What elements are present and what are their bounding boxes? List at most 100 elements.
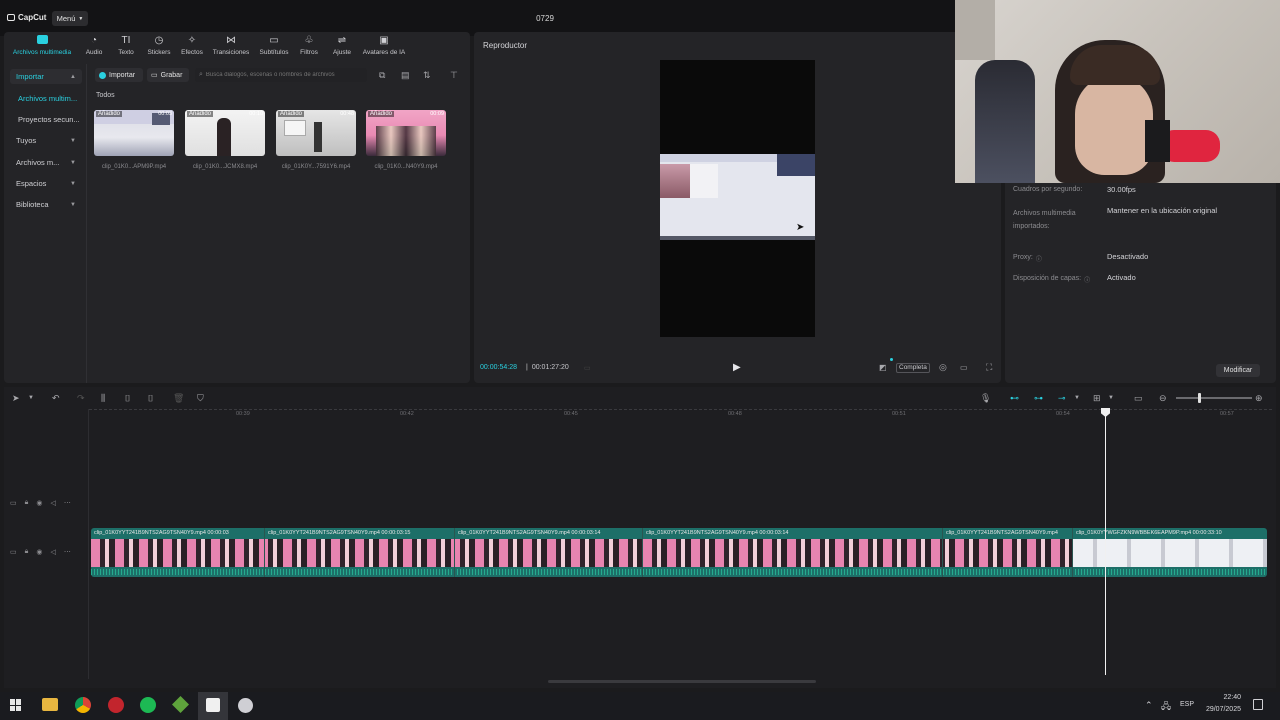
minecraft-icon[interactable] xyxy=(172,696,189,713)
tab-effects[interactable]: ✧ Efectos xyxy=(170,35,214,56)
chevron-up-icon[interactable]: ⌃ xyxy=(1145,700,1153,711)
split-icon[interactable]: ⫼ xyxy=(101,393,105,404)
delete-icon[interactable]: 🗑 xyxy=(173,393,184,404)
info-icon[interactable]: ⓘ xyxy=(1084,275,1090,284)
lock-icon[interactable]: 🔒︎ xyxy=(25,499,29,507)
lock-icon[interactable]: 🔒︎ xyxy=(25,548,29,556)
tab-ai-avatars-label: Avatares de IA xyxy=(362,49,406,56)
record-button[interactable]: ▭ Grabar xyxy=(147,68,189,82)
tab-media[interactable]: Archivos multimedia xyxy=(8,35,76,56)
crop-icon[interactable]: ◩ xyxy=(879,363,887,372)
timecode-icon[interactable]: ▭ xyxy=(584,364,591,372)
sidebar-item-yours[interactable]: Tuyos ▼ xyxy=(10,133,82,148)
ruler-mark: 00:48 xyxy=(728,411,742,417)
sidebar-item-library[interactable]: Biblioteca ▼ xyxy=(10,197,82,212)
text-icon: TI xyxy=(121,35,131,46)
modify-button[interactable]: Modificar xyxy=(1216,364,1260,377)
notifications-icon[interactable] xyxy=(1253,699,1263,710)
preview-axis-icon[interactable]: ⊸ xyxy=(1058,393,1066,404)
capcut-window: CapCut Menú ▼ 0729 Archivos multimedia ◔… xyxy=(0,0,1280,692)
filter-all-label[interactable]: Todos xyxy=(96,92,115,99)
zoom-out-icon[interactable]: ⊖ xyxy=(1159,393,1167,404)
media-thumbnail[interactable]: Añadido 00:09 xyxy=(366,110,446,156)
search-input[interactable] xyxy=(205,72,361,78)
tab-transitions[interactable]: ⋈ Transiciones xyxy=(209,35,253,56)
clip-duration: 00:10 xyxy=(249,111,263,117)
chrome-icon[interactable] xyxy=(75,697,91,713)
media-search[interactable]: ⌕ xyxy=(195,68,367,82)
import-folder-icon[interactable]: ⧉ xyxy=(379,70,385,81)
ratio-button[interactable]: Completa xyxy=(896,363,930,373)
sidebar-item-secondary-projects[interactable]: Proyectos secun... xyxy=(12,112,84,127)
import-button[interactable]: Importar xyxy=(95,68,143,82)
trim-right-icon[interactable]: ⌷ xyxy=(148,393,153,404)
more-icon[interactable]: ⋯ xyxy=(64,548,71,556)
undo-icon[interactable]: ↶ xyxy=(52,393,60,404)
magnet-icon[interactable]: ⊷ xyxy=(1010,393,1019,404)
snapshot-icon[interactable]: ◎ xyxy=(939,362,947,373)
timeline-scrollbar[interactable] xyxy=(548,680,816,683)
total-time-wrap: | 00:01:27:20 xyxy=(526,364,569,371)
chevron-down-icon[interactable]: ▼ xyxy=(1074,395,1080,401)
menu-button[interactable]: Menú ▼ xyxy=(52,11,88,26)
info-icon[interactable]: ⓘ xyxy=(1036,254,1042,263)
tab-adjust-label: Ajuste xyxy=(332,49,352,56)
chevron-down-icon[interactable]: ▼ xyxy=(28,395,34,401)
trim-left-icon[interactable]: ⌷ xyxy=(125,393,130,404)
capcut-icon[interactable] xyxy=(206,698,220,712)
sidebar-item-label: Tuyos xyxy=(16,136,37,145)
clock-time[interactable]: 22:40 xyxy=(1201,694,1241,701)
speaker-icon[interactable]: ◁ xyxy=(50,548,55,556)
file-explorer-icon[interactable] xyxy=(42,698,58,711)
transitions-icon: ⋈ xyxy=(226,35,236,46)
track-settings-icon[interactable]: ⊞ xyxy=(1093,393,1101,404)
sidebar-item-import[interactable]: Importar ▲ xyxy=(10,69,82,84)
tab-stickers-label: Stickers xyxy=(147,49,171,56)
eye-icon[interactable]: ◉ xyxy=(36,499,42,507)
video-preview[interactable]: ➤ xyxy=(660,60,815,337)
more-icon[interactable]: ⋯ xyxy=(64,499,71,507)
track-cover-icon[interactable]: ▭ xyxy=(10,499,17,507)
tab-ai-avatars[interactable]: ▣ Avatares de IA xyxy=(358,35,410,56)
sort-icon[interactable]: ⇅ xyxy=(423,70,431,81)
spotify-icon[interactable] xyxy=(140,697,156,713)
ruler-mark: 00:57 xyxy=(1220,411,1234,417)
preview-frame xyxy=(660,154,815,240)
timeline-ruler[interactable] xyxy=(89,409,1272,410)
track-cover-icon[interactable]: ▭ xyxy=(10,548,17,556)
playhead[interactable] xyxy=(1105,408,1106,675)
zoom-slider-handle[interactable] xyxy=(1198,393,1201,403)
opera-icon[interactable] xyxy=(108,697,124,713)
quality-icon[interactable]: ▭ xyxy=(960,363,968,372)
windows-start-icon[interactable] xyxy=(10,699,22,711)
select-tool-icon[interactable]: ➤ xyxy=(12,393,20,404)
clip-filename: clip_01K0...N40Y9.mp4 xyxy=(374,164,438,170)
marker-icon[interactable]: ⛉ xyxy=(197,393,204,404)
sidebar-item-spaces[interactable]: Espacios ▼ xyxy=(10,176,82,191)
zoom-slider[interactable] xyxy=(1176,393,1252,403)
media-thumbnail[interactable]: Añadido 00:48 xyxy=(276,110,356,156)
microphone-icon[interactable]: 🎙 xyxy=(980,393,991,404)
caption-icon[interactable]: ▭ xyxy=(1134,393,1143,404)
network-icon[interactable]: 🖧 xyxy=(1161,699,1171,715)
chevron-down-icon: ▼ xyxy=(70,159,76,166)
fullscreen-icon[interactable]: ⛶ xyxy=(986,362,992,373)
input-language[interactable]: ESP xyxy=(1180,701,1194,708)
sidebar-item-media-files[interactable]: Archivos multim... xyxy=(12,91,84,106)
clock-date[interactable]: 29/07/2025 xyxy=(1201,706,1241,713)
play-icon[interactable]: ▶ xyxy=(733,362,741,373)
chevron-down-icon[interactable]: ▼ xyxy=(1108,395,1114,401)
clip-filename: clip_01K0Y...7591Y6.mp4 xyxy=(281,164,351,170)
media-thumbnail[interactable]: Añadido 00:10 xyxy=(185,110,265,156)
link-icon[interactable]: ⊶ xyxy=(1034,393,1043,404)
zoom-in-icon[interactable]: ⊕ xyxy=(1255,393,1263,404)
sidebar-item-label: Archivos m... xyxy=(16,158,60,167)
redo-icon[interactable]: ↷ xyxy=(77,393,85,404)
obs-icon[interactable] xyxy=(238,698,253,713)
filter-icon[interactable]: ⊤ xyxy=(450,70,458,81)
media-thumbnail[interactable]: Añadido 00:03 xyxy=(94,110,174,156)
speaker-icon[interactable]: ◁ xyxy=(50,499,55,507)
eye-icon[interactable]: ◉ xyxy=(36,548,42,556)
grid-view-icon[interactable]: ▤ xyxy=(401,70,410,81)
sidebar-item-media-m[interactable]: Archivos m... ▼ xyxy=(10,155,82,170)
